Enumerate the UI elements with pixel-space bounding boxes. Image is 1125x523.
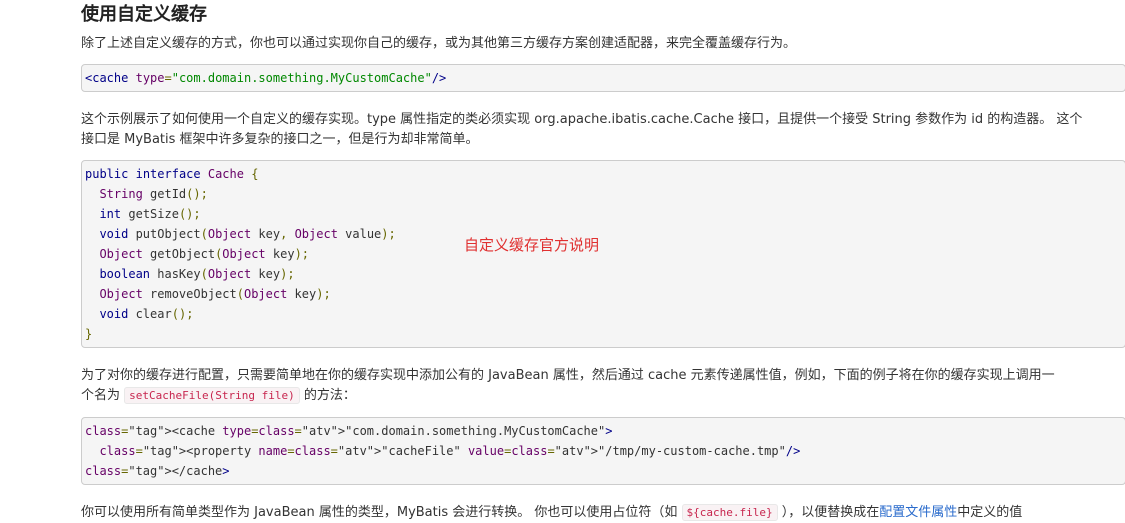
red-annotation-label: 自定义缓存官方说明 [464,236,600,254]
code-line: int getSize(); [99,207,201,221]
code-line: Object removeObject(Object key); [99,287,331,301]
config-paragraph: 为了对你的缓存进行配置，只需要简单地在你的缓存实现中添加公有的 JavaBean… [81,366,1125,406]
placeholder-paragraph: 你可以使用所有简单类型作为 JavaBean 属性的类型，MyBatis 会进行… [81,503,1125,523]
code-block-cache-interface: public interface Cache { String getId();… [81,160,1125,348]
code-line: boolean hasKey(Object key); [99,267,295,281]
code-line: class="tag"><property name=class="atv">"… [99,444,801,458]
placeholder-prefix: 你可以使用所有简单类型作为 JavaBean 属性的类型，MyBatis 会进行… [81,505,678,520]
config-line-1: 为了对你的缓存进行配置，只需要简单地在你的缓存实现中添加公有的 JavaBean… [81,368,1055,383]
explanation-line-1: 这个示例展示了如何使用一个自定义的缓存实现。type 属性指定的类必须实现 or… [81,112,1083,127]
section-title: 使用自定义缓存 [81,4,207,25]
code-block-cache-property: class="tag"><cache type=class="atv">"com… [81,417,1125,485]
code-tag-close: /> [431,71,447,85]
config-line-2-suffix: 的方法： [303,388,356,403]
code-line: class="tag"><cache type=class="atv">"com… [85,424,613,438]
code-block-cache-tag: <cache type="com.domain.something.MyCust… [81,64,1125,92]
explanation-paragraph: 这个示例展示了如何使用一个自定义的缓存实现。type 属性指定的类必须实现 or… [81,110,1125,150]
code-line: Object getObject(Object key); [99,247,310,261]
placeholder-suffix: 中定义的值 [957,505,1023,520]
code-line: void putObject(Object key, Object value)… [99,227,396,241]
code-tag-open: <cache [85,71,129,85]
code-line: } [85,327,93,341]
code-line: void clear(); [99,307,194,321]
inline-code-setcachefile: setCacheFile(String file) [124,387,300,404]
intro-paragraph: 除了上述自定义缓存的方式，你也可以通过实现你自己的缓存，或为其他第三方缓存方案创… [81,36,797,51]
placeholder-middle: ），以便替换成在 [781,505,880,520]
code-attr-value: "com.domain.something.MyCustomCache" [171,71,432,85]
inline-code-cache-file: ${cache.file} [681,504,778,521]
explanation-line-2: 接口是 MyBatis 框架中许多复杂的接口之一，但是行为却非常简单。 [81,132,479,147]
config-line-2-prefix: 个名为 [81,388,121,403]
code-line: class="tag"></cache> [85,464,230,478]
code-attr: type [135,71,165,85]
code-line: public interface Cache { [85,167,259,181]
code-line: String getId(); [99,187,208,201]
config-properties-link[interactable]: 配置文件属性 [879,505,957,520]
